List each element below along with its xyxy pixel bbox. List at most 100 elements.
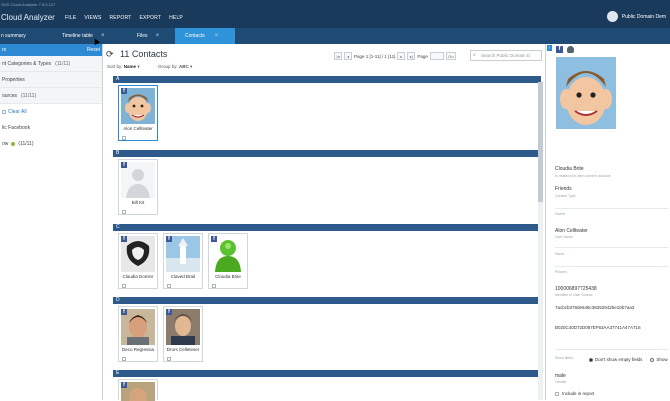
filter-sources[interactable]: ources (11/11) — [0, 88, 102, 104]
group-header-a[interactable]: A — [113, 76, 541, 83]
status-dot-icon — [11, 142, 16, 146]
filters-title: rs — [2, 47, 7, 53]
checkbox[interactable] — [167, 284, 171, 288]
contact-card[interactable]: f Deco Regressia — [118, 306, 158, 362]
tab-label: n summary — [1, 33, 26, 39]
contacts-view: ⟳ 11 Contacts Sort by: Name ▾ Group by: … — [104, 44, 545, 401]
menu-file[interactable]: FILE — [65, 15, 76, 21]
checkbox[interactable] — [2, 110, 6, 114]
close-icon[interactable]: × — [156, 33, 160, 39]
checkbox[interactable] — [122, 357, 126, 361]
contact-name: Deco Regressia — [121, 347, 154, 352]
app-title: Cloud Analyzer — [1, 13, 55, 22]
identifier-value: 100006897725438 — [555, 286, 597, 292]
facebook-icon: f — [121, 309, 127, 315]
divider — [555, 349, 668, 350]
page-info: Page 1 [1-11] / 1 [11] — [354, 53, 396, 59]
prev-page-icon[interactable]: ◂ — [344, 52, 352, 60]
contacts-header: ⟳ 11 Contacts Sort by: Name ▾ Group by: … — [104, 44, 545, 74]
contact-photo-large — [556, 57, 616, 129]
contact-card[interactable]: f Claved Brait — [163, 233, 203, 289]
contact-name: Cloudia Brite — [215, 274, 241, 279]
radio-hide-empty[interactable] — [589, 357, 593, 362]
tab-files[interactable]: Files × — [137, 28, 173, 44]
facebook-icon: f — [211, 236, 217, 242]
checkbox[interactable] — [122, 284, 126, 288]
checkbox[interactable] — [122, 210, 126, 214]
group-header-b[interactable]: B — [113, 150, 541, 157]
contact-name: Cloudia Brite — [555, 166, 584, 172]
filter-label: Properties — [2, 76, 25, 83]
group-header-c[interactable]: C — [113, 224, 541, 231]
facebook-icon: f — [166, 236, 172, 242]
group-header-d[interactable]: D — [113, 297, 541, 304]
radio-label: Don't show empty fields — [595, 357, 643, 362]
close-icon[interactable]: × — [215, 33, 219, 39]
hash-value: 7acbcb378de648c38252942be10b7aa3 — [555, 305, 635, 310]
hash-value: B020C40D72D087EF63AA37741A47A716 — [555, 325, 641, 330]
menu-views[interactable]: VIEWS — [84, 15, 101, 21]
tab-bar: n summary Timeline table × Files × Conta… — [0, 28, 670, 44]
contact-card[interactable]: f Claudia Dominr — [118, 233, 158, 289]
tab-timeline-table[interactable]: Timeline table × — [62, 28, 120, 44]
sort-control[interactable]: Sort by: Name ▾ — [107, 64, 140, 70]
app-version: SOS Cloud Analyzer 7.5.0.127 — [1, 2, 56, 7]
contact-name: Alon Cellteater — [123, 126, 153, 131]
details-panel: › f Cloudia Brite Is related to/is item … — [545, 44, 670, 400]
last-page-icon[interactable]: ▸| — [407, 52, 416, 60]
facebook-icon: f — [121, 88, 127, 94]
include-label: Include in report — [562, 391, 595, 396]
menu-bar: FILE VIEWS REPORT EXPORT HELP — [65, 15, 183, 21]
contact-card[interactable]: f Drors Celleteser — [163, 306, 203, 362]
filters-panel: rs Reset nt Categories & Types (11/11) P… — [0, 44, 103, 400]
checkbox[interactable] — [167, 357, 171, 361]
radio-label: Show — [656, 357, 668, 362]
tab-contacts[interactable]: Contacts × — [175, 28, 235, 44]
refresh-icon[interactable]: ⟳ — [106, 49, 114, 60]
scrollbar-thumb[interactable] — [538, 82, 543, 202]
include-in-report[interactable]: Include in report — [555, 391, 594, 396]
first-page-icon[interactable]: |◂ — [334, 52, 342, 60]
group-control[interactable]: Group by: ABC ▾ — [158, 64, 192, 70]
contact-card[interactable]: f — [118, 379, 158, 401]
search-icon: ⌕ — [473, 52, 476, 58]
menu-report[interactable]: REPORT — [109, 15, 131, 21]
source-item[interactable]: ow (11/11) — [0, 136, 102, 152]
contact-type-label: Contact Type — [555, 194, 576, 198]
scrollbar[interactable] — [538, 82, 543, 400]
checkbox[interactable] — [555, 391, 559, 396]
group-value: ABC — [179, 64, 189, 69]
page-input[interactable] — [429, 52, 444, 60]
filters-header: rs Reset — [0, 44, 102, 56]
facebook-icon: f — [556, 46, 563, 53]
field-label: Owner — [555, 212, 566, 216]
contact-card[interactable]: f Bill Kit — [118, 159, 158, 215]
reset-button[interactable]: Reset — [87, 47, 100, 53]
menu-export[interactable]: EXPORT — [139, 15, 161, 21]
contact-relation: Friends — [555, 186, 572, 192]
clear-all-link[interactable]: Clear All — [8, 109, 27, 115]
collapse-icon[interactable]: › — [547, 45, 552, 51]
checkbox[interactable] — [122, 136, 126, 140]
source-facebook[interactable]: lic Facebook — [0, 120, 102, 136]
filter-properties[interactable]: Properties — [0, 72, 102, 88]
next-page-icon[interactable]: ▸ — [397, 52, 406, 60]
checkbox[interactable] — [212, 284, 216, 288]
show-fields-label: Show fields: — [555, 356, 574, 360]
search-input[interactable]: ⌕ Search Public Domain D — [470, 50, 542, 61]
user-menu[interactable]: Public Domain Dem — [606, 11, 666, 22]
menu-help[interactable]: HELP — [169, 15, 183, 21]
sort-value: Name — [123, 64, 137, 69]
contact-card[interactable]: f Alon Cellteater — [118, 85, 158, 141]
avatar — [606, 11, 618, 22]
close-icon[interactable]: × — [101, 33, 105, 39]
contact-card[interactable]: f Cloudia Brite — [208, 233, 248, 289]
go-button[interactable]: Go — [445, 52, 456, 60]
tab-label: Timeline table — [62, 33, 93, 39]
group-header-e[interactable]: E — [113, 370, 541, 377]
radio-show-all[interactable] — [650, 357, 655, 362]
filter-categories[interactable]: nt Categories & Types (11/11) — [0, 56, 102, 72]
contact-name: Claved Brait — [170, 274, 196, 279]
tab-summary[interactable]: n summary — [0, 28, 58, 44]
contact-name: Claudia Dominr — [122, 274, 154, 279]
